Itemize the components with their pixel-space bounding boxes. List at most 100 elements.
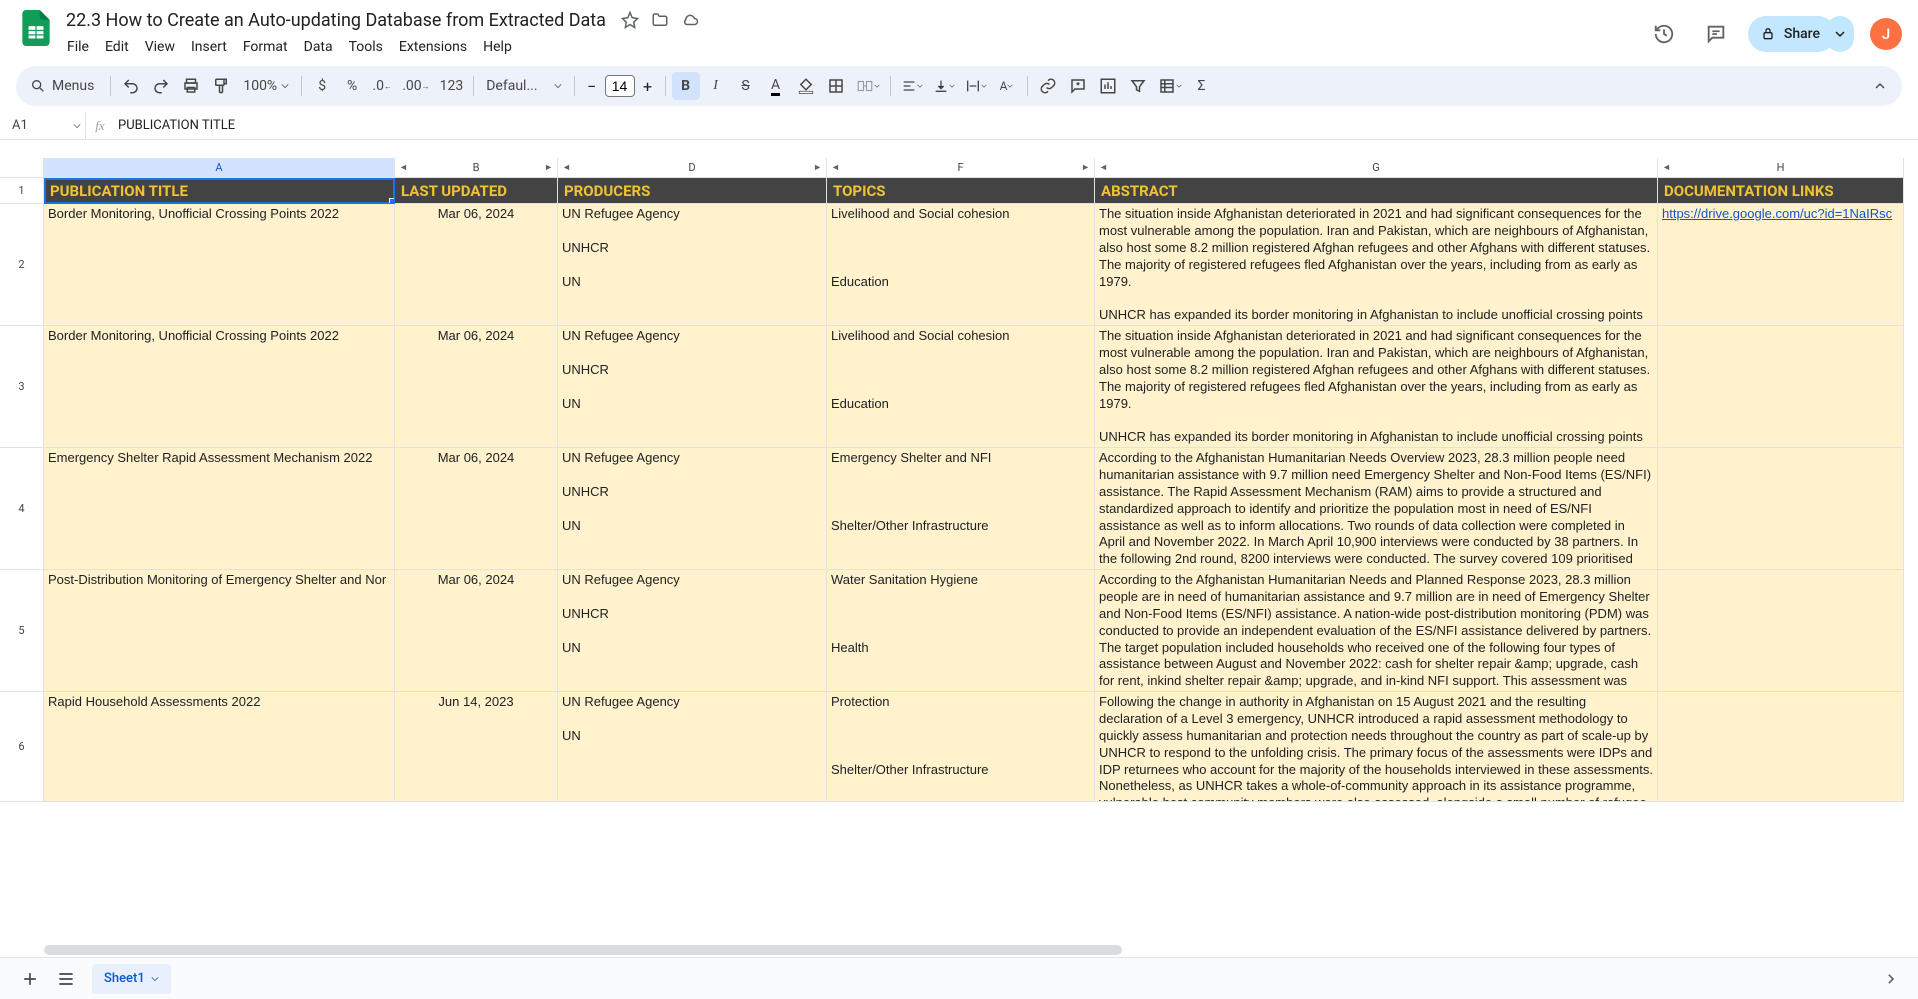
doc-title[interactable]: 22.3 How to Create an Auto-updating Data… (60, 8, 612, 33)
data-cell[interactable]: Livelihood and Social cohesion Education… (827, 204, 1095, 326)
collapse-toolbar-button[interactable] (1866, 72, 1894, 100)
data-cell[interactable]: Rapid Household Assessments 2022 (44, 692, 395, 802)
add-sheet-button[interactable] (12, 961, 48, 997)
redo-button[interactable] (147, 72, 175, 100)
search-menus[interactable]: Menus (24, 72, 104, 100)
data-cell[interactable] (1658, 692, 1904, 802)
name-box[interactable]: A1 (8, 112, 86, 139)
col-header-G[interactable]: G◄ (1095, 158, 1658, 178)
data-cell[interactable]: Post-Distribution Monitoring of Emergenc… (44, 570, 395, 692)
data-cell[interactable]: UN Refugee Agency UNHCR UN (558, 326, 827, 448)
menu-view[interactable]: View (138, 35, 182, 59)
percent-button[interactable]: % (338, 72, 366, 100)
font-size-input[interactable] (605, 75, 635, 97)
menu-tools[interactable]: Tools (342, 35, 390, 59)
data-cell[interactable] (1658, 570, 1904, 692)
comments-icon[interactable] (1696, 14, 1736, 54)
doc-link[interactable]: https://drive.google.com/uc?id=1NaIRsc (1662, 206, 1892, 221)
row-header[interactable]: 4 (0, 448, 44, 570)
move-icon[interactable] (650, 10, 670, 30)
explore-button[interactable] (1870, 961, 1906, 997)
data-cell[interactable]: The situation inside Afghanistan deterio… (1095, 204, 1658, 326)
wrap-button[interactable] (961, 72, 991, 100)
sheets-logo[interactable] (16, 8, 56, 48)
rotate-button[interactable]: A (993, 72, 1021, 100)
valign-button[interactable] (929, 72, 959, 100)
currency-button[interactable]: $ (308, 72, 336, 100)
data-cell[interactable] (1658, 326, 1904, 448)
col-header-A[interactable]: A (44, 158, 395, 178)
data-cell[interactable] (1658, 448, 1904, 570)
halign-button[interactable] (897, 72, 927, 100)
data-cell[interactable]: Border Monitoring, Unofficial Crossing P… (44, 326, 395, 448)
data-cell[interactable]: Mar 06, 2024 (395, 570, 558, 692)
data-cell[interactable]: According to the Afghanistan Humanitaria… (1095, 570, 1658, 692)
data-cell[interactable]: Water Sanitation Hygiene Health Elderly … (827, 570, 1095, 692)
data-cell[interactable]: Mar 06, 2024 (395, 448, 558, 570)
data-cell[interactable]: The situation inside Afghanistan deterio… (1095, 326, 1658, 448)
data-cell[interactable]: Livelihood and Social cohesion Education… (827, 326, 1095, 448)
fill-color-button[interactable] (792, 72, 820, 100)
sheet-tab[interactable]: Sheet1 (92, 964, 171, 994)
star-icon[interactable] (620, 10, 640, 30)
data-cell[interactable]: Protection Shelter/Other Infrastructure (827, 692, 1095, 802)
paint-format-button[interactable] (207, 72, 235, 100)
filter-button[interactable] (1124, 72, 1152, 100)
data-cell[interactable]: UN Refugee Agency UNHCR UN (558, 204, 827, 326)
data-cell[interactable]: Border Monitoring, Unofficial Crossing P… (44, 204, 395, 326)
increase-decimal-button[interactable]: .00→ (398, 72, 433, 100)
link-button[interactable] (1034, 72, 1062, 100)
data-cell[interactable]: Following the change in authority in Afg… (1095, 692, 1658, 802)
header-cell[interactable]: DOCUMENTATION LINKS (1658, 178, 1904, 204)
col-header-H[interactable]: H◄ (1658, 158, 1904, 178)
print-button[interactable] (177, 72, 205, 100)
data-cell[interactable]: Emergency Shelter and NFI Shelter/Other … (827, 448, 1095, 570)
data-cell[interactable]: UN Refugee Agency UNHCR UN (558, 570, 827, 692)
row-header[interactable]: 6 (0, 692, 44, 802)
history-icon[interactable] (1644, 14, 1684, 54)
comment-button[interactable] (1064, 72, 1092, 100)
col-header-D[interactable]: D◄► (558, 158, 827, 178)
row-header[interactable]: 2 (0, 204, 44, 326)
bold-button[interactable]: B (672, 72, 700, 100)
borders-button[interactable] (822, 72, 850, 100)
share-button[interactable]: Share (1748, 16, 1836, 52)
italic-button[interactable]: I (702, 72, 730, 100)
data-cell[interactable]: According to the Afghanistan Humanitaria… (1095, 448, 1658, 570)
functions-button[interactable]: Σ (1188, 72, 1216, 100)
account-avatar[interactable]: J (1870, 18, 1902, 50)
row-header[interactable]: 5 (0, 570, 44, 692)
formula-input[interactable]: PUBLICATION TITLE (114, 118, 1918, 133)
menu-insert[interactable]: Insert (184, 35, 234, 59)
header-cell[interactable]: LAST UPDATED (395, 178, 558, 204)
row-header[interactable]: 3 (0, 326, 44, 448)
header-cell[interactable]: PRODUCERS (558, 178, 827, 204)
strikethrough-button[interactable]: S (732, 72, 760, 100)
horizontal-scrollbar[interactable] (44, 945, 1122, 955)
all-sheets-button[interactable] (48, 961, 84, 997)
menu-extensions[interactable]: Extensions (392, 35, 474, 59)
header-cell[interactable]: ABSTRACT (1095, 178, 1658, 204)
header-cell[interactable]: PUBLICATION TITLE (44, 178, 395, 204)
zoom-select[interactable]: 100% (237, 72, 295, 100)
decrease-font-button[interactable]: − (581, 75, 603, 97)
menu-file[interactable]: File (60, 35, 96, 59)
share-dropdown[interactable] (1826, 16, 1854, 52)
row-header[interactable]: 1 (0, 178, 44, 204)
data-cell[interactable]: Emergency Shelter Rapid Assessment Mecha… (44, 448, 395, 570)
select-all-corner[interactable] (0, 158, 44, 178)
header-cell[interactable]: TOPICS (827, 178, 1095, 204)
col-header-F[interactable]: F◄► (827, 158, 1095, 178)
menu-data[interactable]: Data (297, 35, 340, 59)
filter-views-button[interactable] (1154, 72, 1186, 100)
merge-button[interactable] (852, 72, 884, 100)
more-formats-button[interactable]: 123 (436, 72, 468, 100)
increase-font-button[interactable]: + (637, 75, 659, 97)
data-cell[interactable]: UN Refugee Agency UNHCR UN (558, 448, 827, 570)
cloud-status-icon[interactable] (680, 10, 700, 30)
menu-format[interactable]: Format (236, 35, 295, 59)
menu-help[interactable]: Help (476, 35, 519, 59)
col-header-B[interactable]: B◄► (395, 158, 558, 178)
menu-edit[interactable]: Edit (98, 35, 136, 59)
undo-button[interactable] (117, 72, 145, 100)
